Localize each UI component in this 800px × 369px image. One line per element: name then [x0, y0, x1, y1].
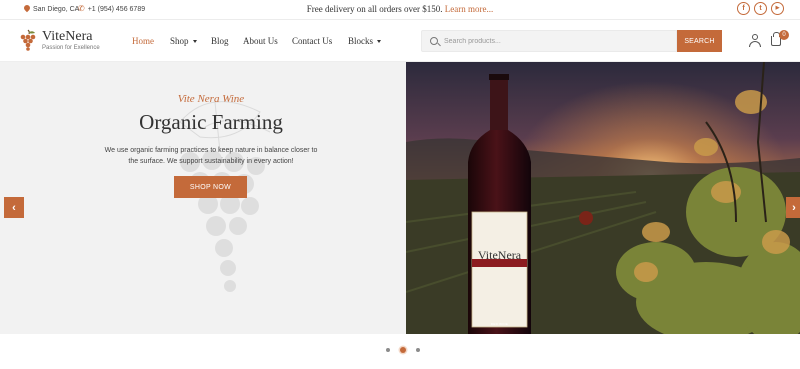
slider-pagination	[386, 347, 420, 353]
learn-more-link[interactable]: Learn more...	[445, 4, 493, 14]
nav-label: Contact Us	[292, 36, 333, 46]
search-input[interactable]	[444, 31, 674, 51]
search-button[interactable]: SEARCH	[677, 30, 722, 52]
shop-now-button[interactable]: SHOP NOW	[174, 176, 247, 198]
slider-next-button[interactable]: ›	[786, 197, 800, 218]
hero-title: Organic Farming	[139, 110, 283, 134]
twitter-icon[interactable]: t	[754, 2, 767, 15]
nav-item-about-us[interactable]: About Us	[243, 36, 278, 46]
promo-text: Free delivery on all orders over $150.	[306, 4, 443, 14]
slider-dot[interactable]	[386, 348, 390, 352]
slider-dot[interactable]	[416, 348, 420, 352]
nav-label: Shop	[170, 36, 189, 46]
chevron-down-icon	[192, 39, 197, 43]
cart-count-badge: 0	[779, 30, 789, 40]
nav-label: Blog	[211, 36, 229, 46]
vineyard-sunset-image	[406, 62, 800, 334]
grape-logo-icon[interactable]	[19, 29, 37, 51]
nav-item-contact-us[interactable]: Contact Us	[292, 36, 332, 46]
hero-vineyard-image: ViteNera RED WINE	[406, 62, 800, 334]
site-header: ViteNera Passion for Exellence Home Shop…	[0, 20, 800, 62]
search-icon	[430, 37, 438, 45]
hero-subtitle: Vite Nera Wine	[177, 93, 245, 105]
slider-dot-active[interactable]	[400, 347, 406, 353]
slider-prev-button[interactable]: ‹	[4, 197, 24, 218]
nav-item-home[interactable]: Home	[132, 36, 154, 46]
brand-tagline: Passion for Exellence	[42, 45, 100, 51]
promo-banner: Free delivery on all orders over $150. L…	[0, 4, 800, 14]
nav-label: Home	[132, 36, 154, 46]
nav-item-shop[interactable]: Shop	[170, 36, 197, 46]
nav-item-blog[interactable]: Blog	[211, 36, 229, 46]
hero-description: We use organic farming practices to keep…	[104, 147, 318, 165]
chevron-right-icon: ›	[792, 201, 796, 214]
social-links: f t ▶	[737, 2, 784, 15]
top-bar: San Diego, CA ✆ +1 (954) 456 6789 Free d…	[0, 0, 800, 20]
nav-label: Blocks	[348, 36, 374, 46]
nav-item-blocks[interactable]: Blocks	[348, 36, 382, 46]
user-account-icon[interactable]	[749, 34, 761, 47]
youtube-icon[interactable]: ▶	[771, 2, 784, 15]
brand-name[interactable]: ViteNera	[42, 29, 92, 45]
chevron-down-icon	[377, 39, 382, 43]
search-bar	[421, 30, 677, 52]
facebook-icon[interactable]: f	[737, 2, 750, 15]
chevron-left-icon: ‹	[12, 201, 16, 214]
nav-label: About Us	[243, 36, 278, 46]
